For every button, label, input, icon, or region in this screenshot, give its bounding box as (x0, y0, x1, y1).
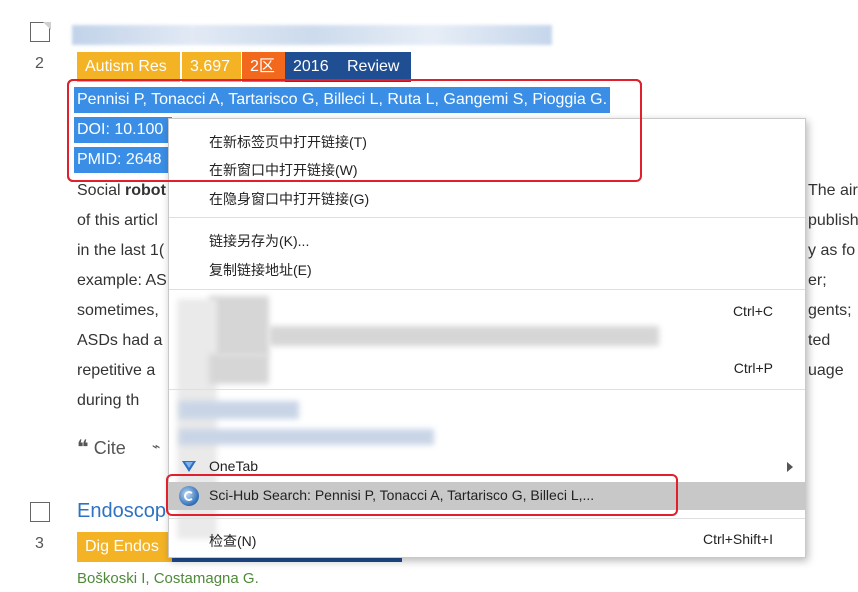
menu-item-open-new-tab[interactable]: 在新标签页中打开链接(T) (169, 127, 805, 155)
submenu-arrow-icon (787, 462, 793, 472)
abstract-line-4-end: er; (808, 272, 827, 289)
abstract-line-6: ASDs had a (77, 332, 163, 349)
abstract-line-3: in the last 1( (77, 242, 165, 259)
abstract-line-5-end: gents; (808, 302, 852, 319)
row-number: 3 (35, 535, 44, 552)
journal-badge[interactable]: Autism Res (77, 52, 180, 82)
abstract-line-5: sometimes, (77, 302, 159, 319)
onetab-icon (182, 461, 196, 472)
menu-item-label: OneTab (209, 458, 259, 474)
abstract-line-4: example: AS (77, 272, 167, 289)
journal-badge-row3[interactable]: Dig Endos (77, 532, 172, 562)
blurred-menu-content (269, 326, 659, 346)
menu-separator (169, 389, 805, 390)
menu-item-label: 链接另存为(K)... (209, 233, 310, 249)
share-icon[interactable]: ⌁ (152, 438, 160, 455)
menu-item-label: 在新窗口中打开链接(W) (209, 162, 358, 178)
zone-badge: 2区 (242, 52, 285, 82)
menu-shortcut: Ctrl+Shift+I (702, 531, 773, 547)
menu-item-print[interactable]: Ctrl+P (169, 355, 805, 383)
menu-item-label: 在新标签页中打开链接(T) (209, 134, 367, 150)
abstract-line-1-end: The air (808, 182, 858, 199)
annotation-box-scihub (166, 474, 678, 516)
impact-factor-badge: 3.697 (181, 52, 241, 82)
blurred-extension-item[interactable] (179, 429, 434, 445)
quote-icon: ❝ (77, 437, 89, 459)
menu-shortcut: Ctrl+C (732, 303, 773, 319)
abstract-line-8: during th (77, 392, 140, 409)
checkbox-fold-decoration (43, 22, 51, 30)
menu-item-copy[interactable]: Ctrl+C (169, 298, 805, 326)
menu-item-open-incognito[interactable]: 在隐身窗口中打开链接(G) (169, 184, 805, 212)
menu-item-label: 检查(N) (209, 533, 257, 549)
authors-row3[interactable]: Boškoski I, Costamagna G. (77, 570, 259, 587)
menu-separator (169, 289, 805, 290)
cite-button[interactable]: ❝ Cite (77, 435, 126, 460)
menu-separator (169, 217, 805, 218)
year-badge: 2016 (285, 52, 339, 82)
menu-separator (169, 518, 805, 519)
menu-item-label: 复制链接地址(E) (209, 262, 312, 278)
menu-item-inspect[interactable]: 检查(N) Ctrl+Shift+I (169, 526, 805, 554)
abstract-line-3-end: y as fo (808, 242, 856, 259)
menu-item-save-link-as[interactable]: 链接另存为(K)... (169, 226, 805, 254)
cite-label: Cite (93, 438, 126, 458)
abstract-line-6-end: ted (808, 332, 831, 349)
abstract-line-2: of this articl (77, 212, 158, 229)
row-number: 2 (35, 55, 44, 72)
abstract-line-7: repetitive a (77, 362, 156, 379)
article-title-row3[interactable]: Endoscop (77, 500, 166, 523)
abstract-line-1: Social robot (77, 182, 166, 199)
abstract-line-7-end: uage (808, 362, 844, 379)
menu-item-copy-link-address[interactable]: 复制链接地址(E) (169, 255, 805, 283)
abstract-line-2-end: publish (808, 212, 858, 229)
select-checkbox-row3[interactable] (30, 502, 50, 522)
article-title-blurred[interactable] (72, 25, 552, 45)
menu-item-open-new-window[interactable]: 在新窗口中打开链接(W) (169, 155, 805, 183)
blurred-extension-item[interactable] (179, 401, 299, 419)
type-badge: Review (339, 52, 411, 82)
menu-item-label: 在隐身窗口中打开链接(G) (209, 191, 370, 207)
badge-row: Autism Res 3.697 2区 2016 Review (77, 52, 411, 82)
menu-shortcut: Ctrl+P (733, 360, 773, 376)
